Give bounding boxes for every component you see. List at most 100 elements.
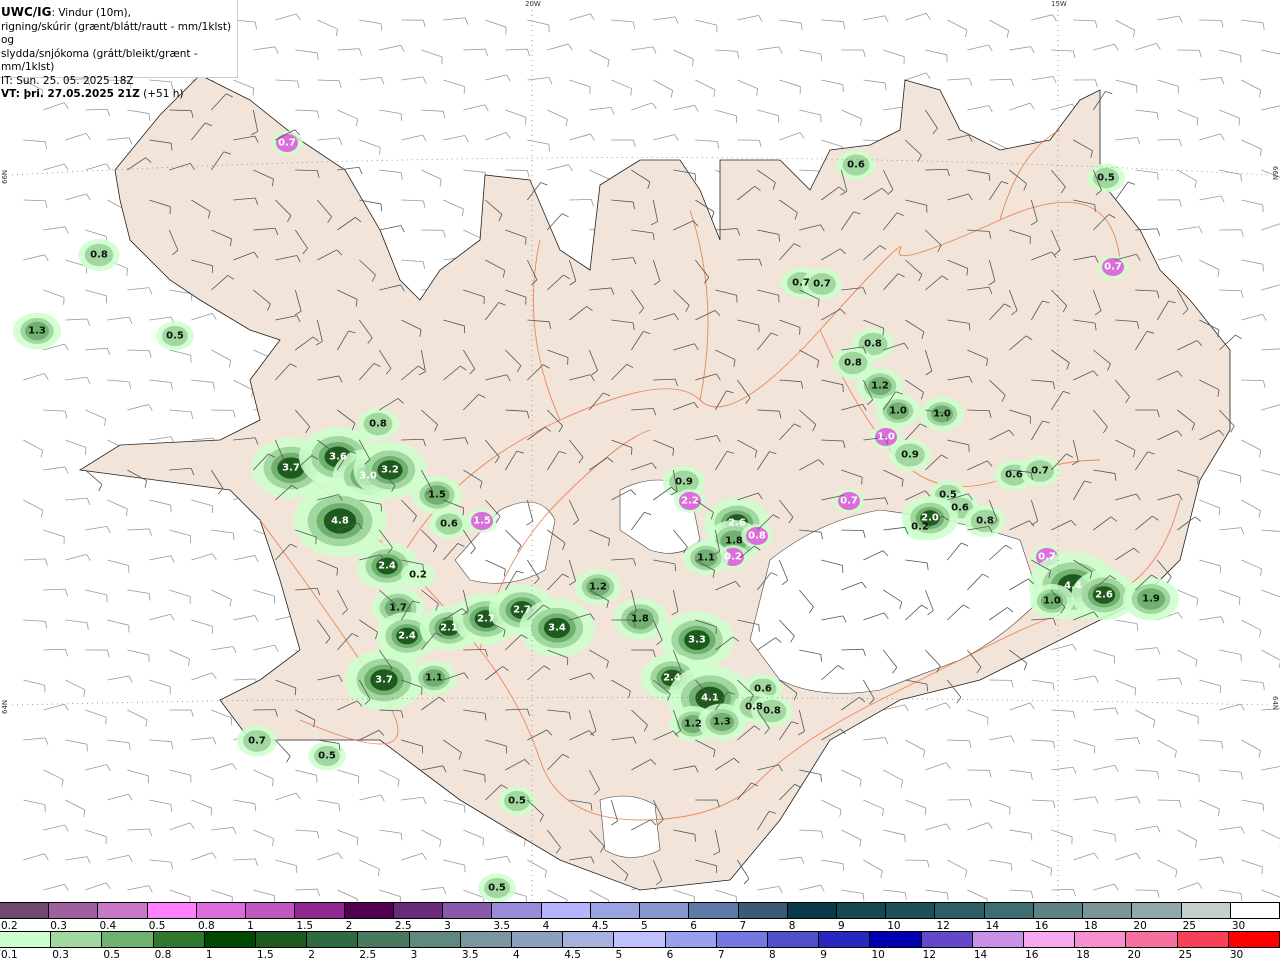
precip-value-label: 0.8 [864, 339, 882, 350]
wind-barb [1261, 530, 1280, 539]
wind-barb [653, 80, 672, 98]
wind-barb [337, 830, 358, 845]
precip-value-label: 1.2 [684, 719, 702, 730]
legend-label: 16 [1024, 948, 1075, 963]
lat-label-64n-right: 64N [1271, 696, 1279, 710]
precip-value-label: 0.8 [745, 702, 763, 713]
wind-barb [275, 740, 290, 762]
title-line1: : Vindur (10m), [51, 7, 131, 19]
wind-barb [547, 890, 567, 902]
precip-value-label: 1.0 [877, 432, 895, 443]
wind-barb [107, 560, 129, 573]
precip-value-label: 0.9 [901, 450, 919, 461]
wind-barb [317, 138, 342, 145]
lon-label-20w: 20W [525, 0, 541, 8]
precip-value-label: 1.9 [1142, 594, 1160, 605]
legend-swatch [837, 903, 886, 918]
legend-swatch [410, 932, 461, 947]
wind-barb [43, 649, 67, 656]
legend-swatch [1182, 903, 1231, 918]
precip-value-label: 1.5 [428, 490, 446, 501]
wind-barb [65, 740, 87, 751]
wind-barb [1135, 110, 1158, 120]
wind-barb [1115, 80, 1137, 93]
wind-barb [275, 80, 299, 88]
legend-swatch [461, 932, 512, 947]
wind-barb [1261, 830, 1280, 847]
wind-barb [1199, 560, 1220, 573]
wind-barb [295, 110, 319, 118]
wind-barb [1009, 103, 1034, 110]
wind-barb [505, 110, 526, 125]
wind-barb [841, 830, 861, 847]
legend-swatch [1126, 932, 1177, 947]
wind-barb [799, 110, 821, 122]
wind-barb [359, 77, 384, 84]
wind-barb [505, 170, 529, 177]
wind-barb [1261, 50, 1280, 62]
wind-barb [401, 260, 424, 269]
legend-swatch [0, 932, 51, 947]
wind-barb [1199, 500, 1219, 515]
precip-value-label: 0.5 [318, 751, 336, 762]
wind-barb [1073, 20, 1097, 28]
wind-barb [149, 740, 172, 749]
wind-barb [23, 374, 48, 380]
wind-barb [1241, 20, 1264, 30]
wind-barb [107, 317, 132, 324]
precip-value-label: 1.8 [725, 536, 743, 547]
wind-barb [211, 410, 235, 417]
wind-barb [149, 860, 172, 869]
lon-label-15w: 15W [1051, 0, 1067, 8]
wind-barb [1073, 797, 1098, 804]
legend-swatch [717, 932, 768, 947]
precip-value-label: 3.7 [282, 463, 300, 474]
wind-barb [43, 884, 68, 890]
wind-barb [317, 853, 342, 860]
wind-barb [799, 885, 824, 891]
wind-barb [1009, 703, 1034, 710]
wind-barb [127, 650, 149, 662]
wind-barb [379, 890, 400, 902]
wind-barb [967, 106, 992, 112]
wind-barb [1157, 16, 1182, 23]
wind-barb [127, 529, 151, 536]
legend-swatch [1024, 932, 1075, 947]
wind-barb [359, 860, 379, 876]
wind-barb [883, 890, 906, 900]
wind-barb [401, 853, 426, 860]
wind-barb [1177, 227, 1202, 234]
wind-barb [317, 80, 341, 88]
wind-barb [421, 110, 445, 118]
wind-barb [1219, 470, 1240, 483]
legend-swatch [739, 903, 788, 918]
wind-barb [905, 800, 926, 815]
wind-barb [653, 17, 678, 24]
legend-swatch [1075, 932, 1126, 947]
legend-swatch [1132, 903, 1181, 918]
legend-label: 0.3 [51, 948, 102, 963]
valid-offset: (+51 h) [140, 88, 184, 100]
wind-barb [295, 770, 317, 783]
wind-barb [1115, 738, 1140, 745]
wind-barb [65, 440, 86, 455]
wind-barb [127, 110, 150, 121]
wind-barb [85, 290, 106, 303]
rain-legend: 0.10.30.50.811.522.533.544.5567891012141… [0, 931, 1280, 963]
wind-barb [1093, 708, 1118, 715]
legend-label: 4.5 [563, 948, 614, 963]
wind-barb [379, 770, 399, 787]
precip-value-label: 0.9 [675, 477, 693, 488]
wind-barb [211, 350, 230, 367]
legend-swatch [205, 932, 256, 947]
legend-label: 30 [1229, 948, 1280, 963]
wind-barb [841, 890, 864, 901]
wind-barb [1177, 883, 1202, 890]
wind-barb [85, 348, 109, 355]
rain-colorbar [0, 931, 1280, 948]
wind-barb [989, 680, 1013, 687]
wind-barb [589, 890, 608, 902]
precip-value-label: 0.8 [369, 419, 387, 430]
precip-value-label: 0.5 [1097, 173, 1115, 184]
wind-barb [191, 554, 216, 560]
